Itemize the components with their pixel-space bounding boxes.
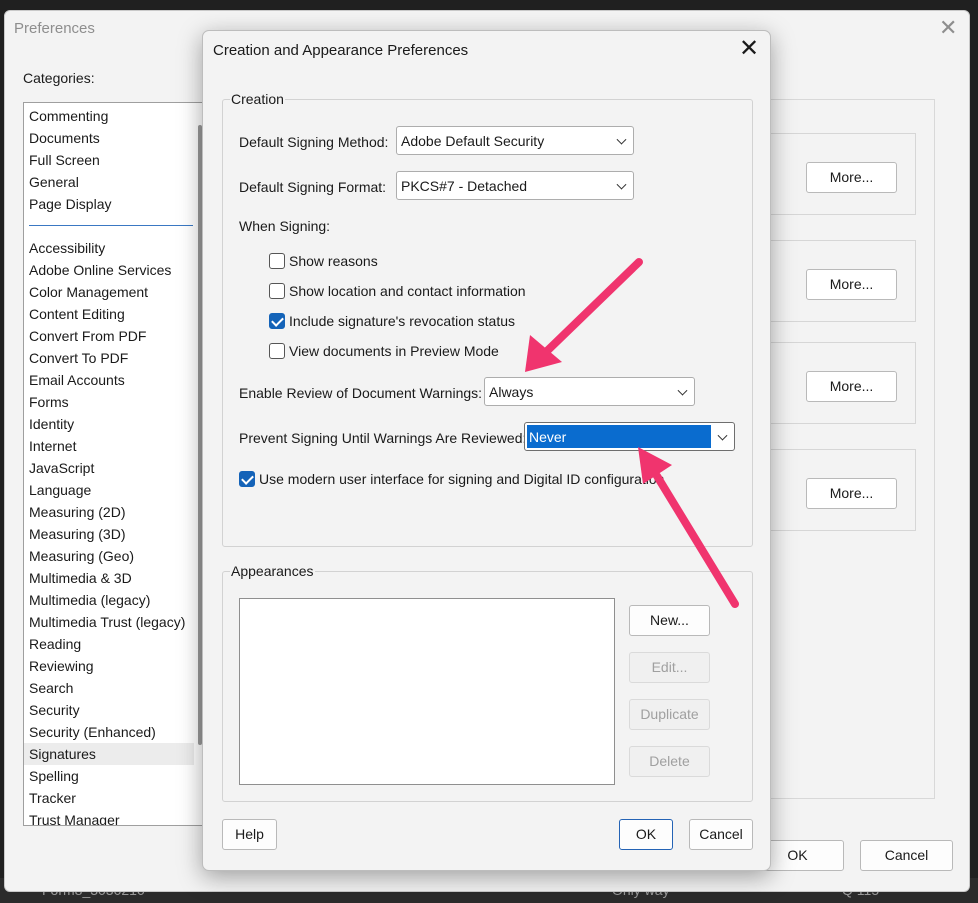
category-item[interactable]: Commenting [24, 105, 194, 127]
category-item[interactable]: Documents [24, 127, 194, 149]
edit-appearance-button[interactable]: Edit... [629, 652, 710, 683]
category-item[interactable]: Adobe Online Services [24, 259, 194, 281]
close-icon[interactable]: ✕ [739, 37, 759, 61]
signing-format-select[interactable]: PKCS#7 - Detached [396, 171, 634, 200]
review-warnings-select[interactable]: Always [484, 377, 695, 406]
category-item[interactable]: Language [24, 479, 194, 501]
more-button[interactable]: More... [806, 162, 897, 193]
more-button[interactable]: More... [806, 269, 897, 300]
signing-format-value: PKCS#7 - Detached [401, 177, 528, 194]
category-item[interactable]: Reviewing [24, 655, 194, 677]
new-appearance-button[interactable]: New... [629, 605, 710, 636]
appearances-group-label: Appearances [230, 563, 315, 579]
review-warnings-value: Always [489, 383, 534, 400]
creation-group-label: Creation [230, 91, 285, 107]
category-item[interactable]: Forms [24, 391, 194, 413]
category-item[interactable]: Multimedia Trust (legacy) [24, 611, 194, 633]
revocation-status-label: Include signature's revocation status [289, 313, 516, 329]
more-button[interactable]: More... [806, 478, 897, 509]
category-item[interactable]: Convert To PDF [24, 347, 194, 369]
show-reasons-checkbox[interactable] [269, 253, 285, 269]
help-button[interactable]: Help [222, 819, 277, 850]
categories-list[interactable]: Commenting Documents Full Screen General Pag… [23, 102, 205, 826]
category-item[interactable]: Multimedia (legacy) [24, 589, 194, 611]
category-item[interactable]: Spelling [24, 765, 194, 787]
categories-label: Categories: [23, 70, 95, 86]
category-item[interactable]: Internet [24, 435, 194, 457]
review-warnings-label: Enable Review of Document Warnings: [239, 385, 483, 401]
prevent-signing-select[interactable]: Never [524, 422, 735, 451]
category-item[interactable]: Full Screen [24, 149, 194, 171]
category-item[interactable]: JavaScript [24, 457, 194, 479]
category-item[interactable]: Content Editing [24, 303, 194, 325]
modern-ui-label: Use modern user interface for signing an… [259, 471, 665, 487]
category-item[interactable]: Color Management [24, 281, 194, 303]
prevent-signing-value: Never [529, 428, 567, 445]
chevron-down-icon [616, 134, 627, 145]
modern-ui-checkbox[interactable] [239, 471, 255, 487]
category-item[interactable]: Security (Enhanced) [24, 721, 194, 743]
category-separator [29, 225, 193, 226]
cancel-button[interactable]: Cancel [860, 840, 953, 871]
signing-method-value: Adobe Default Security [401, 132, 545, 149]
category-item[interactable]: Multimedia & 3D [24, 567, 194, 589]
signing-method-label: Default Signing Method: [239, 134, 389, 150]
chevron-down-icon [677, 385, 688, 396]
category-item[interactable]: Tracker [24, 787, 194, 809]
preview-mode-checkbox[interactable] [269, 343, 285, 359]
category-item[interactable]: Reading [24, 633, 194, 655]
category-item[interactable]: Accessibility [24, 237, 194, 259]
revocation-status-checkbox[interactable] [269, 313, 285, 329]
preview-mode-label: View documents in Preview Mode [289, 343, 499, 359]
duplicate-appearance-button[interactable]: Duplicate [629, 699, 710, 730]
dialog-title: Creation and Appearance Preferences [213, 42, 469, 59]
preferences-title: Preferences [14, 20, 95, 37]
signatures-settings-panel [765, 99, 935, 799]
appearances-list[interactable] [239, 598, 615, 785]
show-location-checkbox[interactable] [269, 283, 285, 299]
category-item[interactable]: Trust Manager [24, 809, 194, 825]
cancel-button[interactable]: Cancel [689, 819, 753, 850]
category-item[interactable]: Security [24, 699, 194, 721]
category-item[interactable]: Page Display [24, 193, 194, 215]
category-item[interactable]: Measuring (3D) [24, 523, 194, 545]
chevron-down-icon [616, 179, 627, 190]
category-item[interactable]: Identity [24, 413, 194, 435]
close-icon[interactable]: ✕ [939, 17, 957, 39]
category-item[interactable]: Email Accounts [24, 369, 194, 391]
category-item[interactable]: Measuring (Geo) [24, 545, 194, 567]
more-button[interactable]: More... [806, 371, 897, 402]
category-item[interactable]: Search [24, 677, 194, 699]
chevron-down-icon [717, 430, 728, 441]
signing-method-select[interactable]: Adobe Default Security [396, 126, 634, 155]
category-item[interactable]: Measuring (2D) [24, 501, 194, 523]
delete-appearance-button[interactable]: Delete [629, 746, 710, 777]
category-item[interactable]: Convert From PDF [24, 325, 194, 347]
creation-appearance-dialog: Creation and Appearance Preferences ✕ Cr… [202, 30, 771, 871]
signing-format-label: Default Signing Format: [239, 179, 387, 195]
prevent-signing-label: Prevent Signing Until Warnings Are Revie… [239, 430, 527, 446]
ok-button[interactable]: OK [619, 819, 673, 850]
show-reasons-label: Show reasons [289, 253, 378, 269]
when-signing-label: When Signing: [239, 218, 331, 234]
category-item[interactable]: General [24, 171, 194, 193]
show-location-label: Show location and contact information [289, 283, 526, 299]
category-item-selected[interactable]: Signatures [24, 743, 194, 765]
